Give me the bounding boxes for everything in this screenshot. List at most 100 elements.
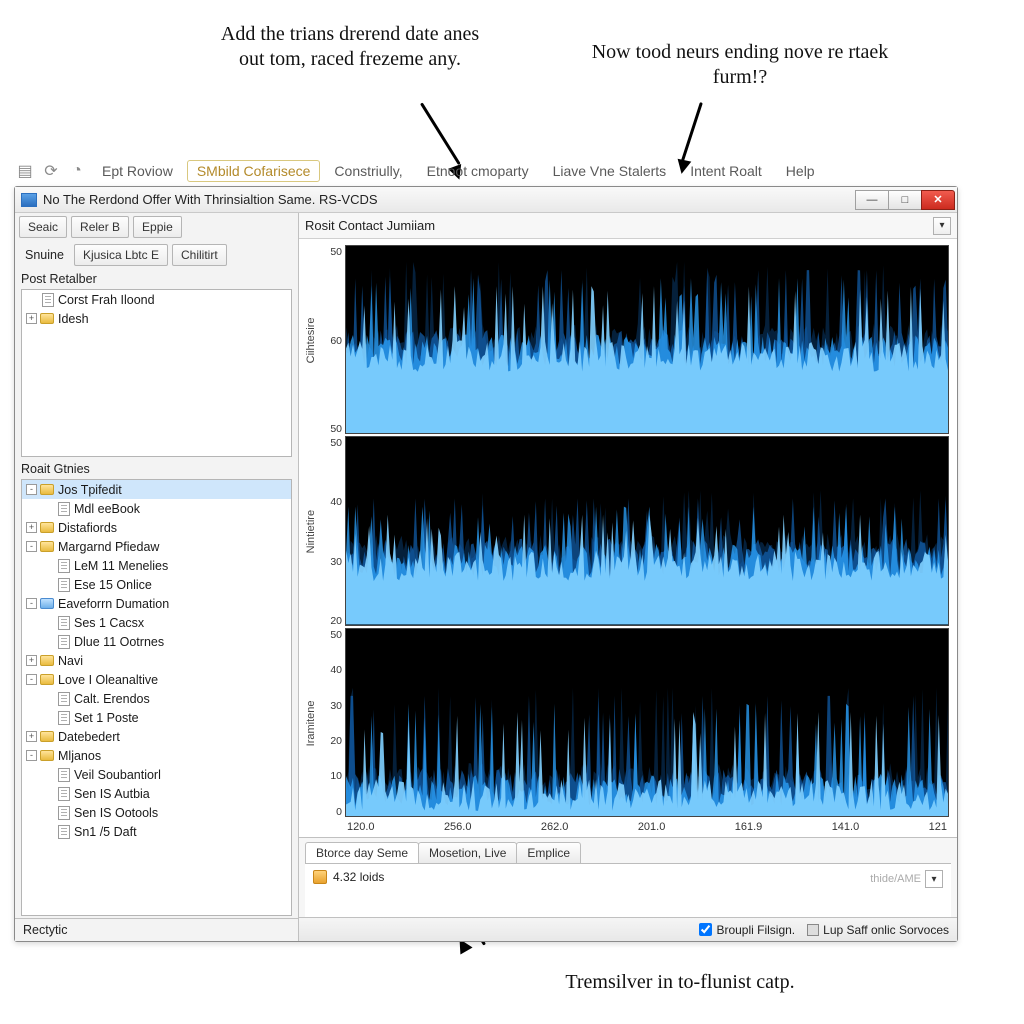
sidebar-button[interactable]: Seaic [19,216,67,238]
tree-item-label: Ses 1 Cacsx [74,616,144,630]
tree-item[interactable]: + Distafiords [22,518,291,537]
tree-item[interactable]: Set 1 Poste [22,708,291,727]
app-window-icon [21,193,37,207]
chart-panel: Ciihtesire506050 [303,245,949,436]
tree-item-label: Margarnd Pfiedaw [58,540,159,554]
sidebar-label: Snuine [19,244,70,266]
tree-item[interactable]: Sn1 /5 Daft [22,822,291,841]
checkbox-icon[interactable] [699,923,712,936]
waveform-plot[interactable] [345,245,949,434]
tree-item-label: Datebedert [58,730,120,744]
chart-dropdown-button[interactable]: ▾ [933,217,951,235]
tree-item[interactable]: + Navi [22,651,291,670]
refresh-icon[interactable]: ⟳ [40,160,62,182]
tree-toggle-icon[interactable]: + [26,731,37,742]
tree-item[interactable]: -Mljanos [22,746,291,765]
tree-item[interactable]: - Jos Tpifedit [22,480,291,499]
tree-item-label: Jos Tpifedit [58,483,122,497]
tree-item-label: Navi [58,654,83,668]
tree-item[interactable]: - Margarnd Pfiedaw [22,537,291,556]
sidebar-button[interactable]: Kjusica Lbtc E [74,244,168,266]
chart-area: Ciihtesire506050Nintietire50403020Iramit… [299,239,957,837]
tree-item[interactable]: Calt. Erendos [22,689,291,708]
window-title: No The Rerdond Offer With Thrinsialtion … [43,192,378,207]
tree-item[interactable]: Veil Soubantiorl [22,765,291,784]
status-checkbox-1[interactable]: Broupli Filsign. [699,923,795,937]
tree-item-label: Distafiords [58,521,117,535]
tree-item[interactable]: Ses 1 Cacsx [22,613,291,632]
tree-item-label: Sen IS Ootools [74,806,158,820]
menu-item[interactable]: Help [776,160,825,182]
tree-item[interactable]: Dlue 11 Ootrnes [22,632,291,651]
tree-item[interactable]: -Love I Oleanaltive [22,670,291,689]
annotation-left: Add the trians drerend date anes out tom… [210,22,490,72]
sidebar-button[interactable]: Eppie [133,216,182,238]
sidebar-footer-label: Rectytic [15,918,298,941]
xtick-label: 262.0 [541,821,569,833]
sidebar-bottom-tree[interactable]: - Jos Tpifedit Mdl eeBook + Distafiords - Marg… [21,479,292,916]
tree-item[interactable]: LeM 11 Menelies [22,556,291,575]
sidebar-button[interactable]: Chilitirt [172,244,227,266]
y-axis-label: Ciihtesire [303,245,319,436]
tree-item[interactable]: -Eaveforrn Dumation [22,594,291,613]
menu-item[interactable]: Liave Vne Stalerts [543,160,677,182]
status-checkbox-2[interactable]: Lup Saff onlic Sorvoces [807,923,949,937]
tree-toggle-icon[interactable]: + [26,655,37,666]
sidebar-top-tree[interactable]: Corst Frah Iloond + Idesh [21,289,292,457]
close-button[interactable]: ✕ [921,190,955,210]
tree-item[interactable]: Sen IS Ootools [22,803,291,822]
titlebar: No The Rerdond Offer With Thrinsialtion … [15,187,957,213]
shield-icon[interactable]: ◔ [66,160,88,182]
waveform-plot[interactable] [345,436,949,625]
bottom-tab[interactable]: Btorce day Seme [305,842,419,863]
tree-item[interactable]: + Datebedert [22,727,291,746]
chart-panel: Iramitene50403020100 [303,628,949,819]
tree-toggle-icon[interactable]: - [26,541,37,552]
status-label: Lup Saff onlic Sorvoces [823,923,949,937]
folder-icon [40,598,54,609]
tree-item[interactable]: Corst Frah Iloond [22,290,291,309]
sidebar: Seaic Reler B Eppie Snuine Kjusica Lbtc … [15,213,299,941]
tree-item-label: Idesh [58,312,89,326]
document-icon [58,578,70,592]
tree-item-label: Dlue 11 Ootrnes [74,635,164,649]
tree-toggle-icon[interactable]: - [26,750,37,761]
chart-title: Rosit Contact Jumiiam [305,218,435,233]
tree-item[interactable]: Mdl eeBook [22,499,291,518]
dropdown-button[interactable]: ▾ [925,870,943,888]
tree-toggle-icon[interactable]: + [26,313,37,324]
tree-item-label: LeM 11 Menelies [74,559,168,573]
menu-item[interactable]: Intent Roalt [680,160,772,182]
status-label: Broupli Filsign. [716,923,795,937]
bottom-tab[interactable]: Mosetion, Live [418,842,517,863]
application-menubar: ▤ ⟳ ◔ Ept Roviow SMbild Cofarisece Const… [14,158,958,184]
y-axis-ticks: 50403020100 [319,628,345,819]
xtick-label: 141.0 [832,821,860,833]
minimize-button[interactable]: ― [855,190,889,210]
folder-icon [40,655,54,666]
bottom-tab[interactable]: Emplice [516,842,581,863]
tree-item-label: Corst Frah Iloond [58,293,155,307]
menu-item[interactable]: Constriully, [324,160,412,182]
tree-toggle-icon[interactable]: - [26,484,37,495]
chart-xticks: 120.0256.0262.0201.0161.9141.0121 [303,819,949,833]
menu-item[interactable]: Ept Roviow [92,160,183,182]
document-icon [58,768,70,782]
waveform-plot[interactable] [345,628,949,817]
tree-item-label: Sn1 /5 Daft [74,825,137,839]
chart-header: Rosit Contact Jumiiam ▾ [299,213,957,239]
folder-icon [40,484,54,495]
document-icon [42,293,54,307]
sidebar-button[interactable]: Reler B [71,216,129,238]
tree-item[interactable]: Ese 15 Onlice [22,575,291,594]
tree-toggle-icon[interactable]: + [26,522,37,533]
tree-toggle-icon[interactable]: - [26,598,37,609]
tree-toggle-icon[interactable]: - [26,674,37,685]
tree-item[interactable]: + Idesh [22,309,291,328]
app-icon: ▤ [14,160,36,182]
chart-panel: Nintietire50403020 [303,436,949,627]
tree-item[interactable]: Sen IS Autbia [22,784,291,803]
menu-item[interactable]: Etnoot cmoparty [417,160,539,182]
maximize-button[interactable]: □ [888,190,922,210]
menu-item[interactable]: SMbild Cofarisece [187,160,321,182]
